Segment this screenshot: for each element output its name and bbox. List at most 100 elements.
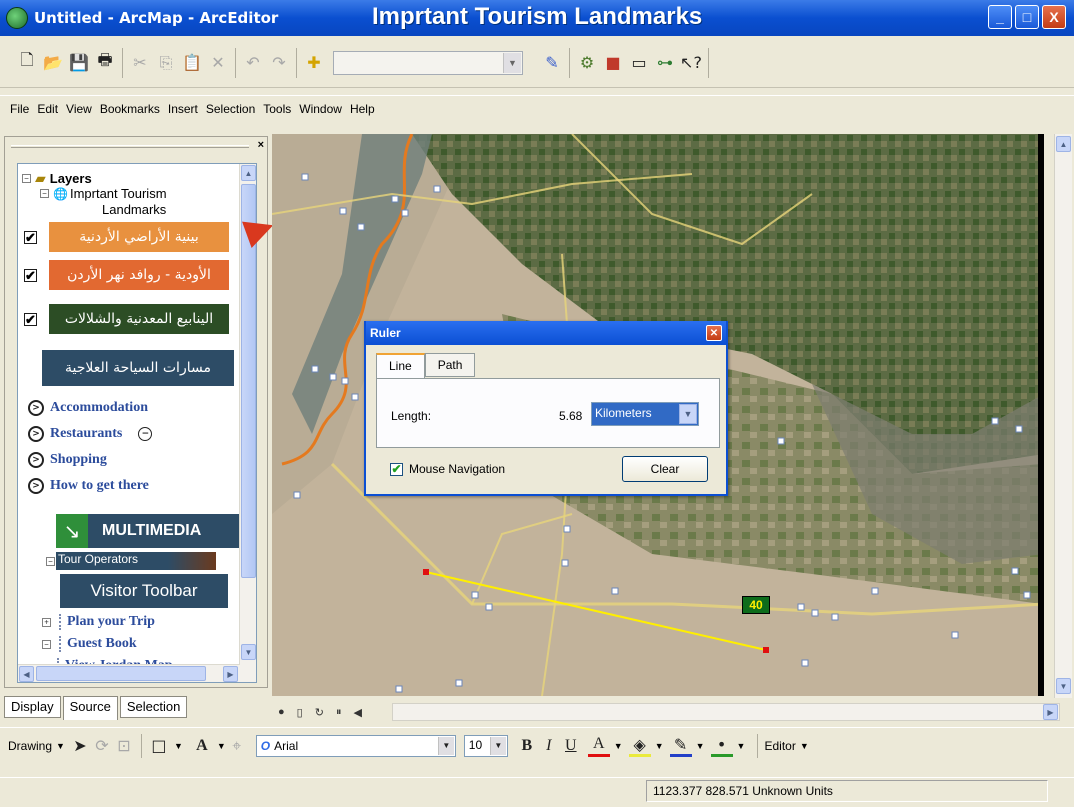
- layout-view-icon[interactable]: ▯: [297, 706, 303, 719]
- scroll-down-icon[interactable]: ▼: [1056, 678, 1071, 694]
- close-button[interactable]: X: [1042, 5, 1066, 29]
- delete-icon[interactable]: ✕: [207, 52, 229, 74]
- arabic-banner-item[interactable]: مسارات السياحة العلاجية: [42, 350, 234, 386]
- menu-edit[interactable]: Edit: [37, 100, 58, 118]
- open-icon[interactable]: 📂: [42, 52, 64, 74]
- arctoolbox-icon[interactable]: ⚙: [576, 52, 598, 74]
- paste-icon[interactable]: 📋: [181, 52, 203, 74]
- cut-icon[interactable]: ✂: [129, 52, 151, 74]
- editor-toolbar-icon[interactable]: ✎: [541, 52, 563, 74]
- collapse-icon[interactable]: −: [22, 174, 31, 183]
- collapse-icon[interactable]: −: [40, 189, 49, 198]
- redo-icon[interactable]: ↷: [268, 52, 290, 74]
- layer-checkbox[interactable]: ✔: [24, 230, 37, 244]
- menu-window[interactable]: Window: [299, 100, 342, 118]
- scroll-up-icon[interactable]: ▲: [241, 165, 256, 181]
- chevron-down-icon[interactable]: ▼: [655, 741, 664, 751]
- toc-close-icon[interactable]: ×: [258, 139, 264, 151]
- minus-circle-icon[interactable]: −: [138, 427, 153, 441]
- link-plan-trip[interactable]: + Plan your Trip: [42, 614, 155, 630]
- tab-selection[interactable]: Selection: [119, 696, 188, 718]
- tab-line[interactable]: Line: [376, 353, 425, 379]
- model-builder-icon[interactable]: ⊶: [654, 52, 676, 74]
- link-how-to-get-there[interactable]: > How to get there: [28, 478, 149, 494]
- drawing-menu[interactable]: Drawing: [8, 739, 52, 753]
- scroll-right-icon[interactable]: ▶: [1043, 704, 1058, 720]
- font-color-button[interactable]: A: [587, 735, 610, 757]
- whats-this-icon[interactable]: ↖?: [680, 52, 702, 74]
- line-color-icon[interactable]: ✎: [669, 735, 692, 757]
- arccatalog-icon[interactable]: ■: [602, 52, 624, 74]
- menu-tools[interactable]: Tools: [263, 100, 291, 118]
- chevron-down-icon[interactable]: ▼: [737, 741, 746, 751]
- chevron-down-icon[interactable]: ▼: [800, 741, 809, 751]
- multimedia-banner[interactable]: ↘ MULTIMEDIA: [56, 514, 242, 548]
- italic-button[interactable]: I: [538, 735, 560, 757]
- rotate-icon[interactable]: ⟳: [91, 735, 113, 757]
- chevron-down-icon[interactable]: ▼: [679, 404, 697, 424]
- layer-item-1[interactable]: ✔ الأودية - روافد نهر الأردن: [24, 260, 229, 290]
- map-scale-combo[interactable]: ▼: [333, 50, 523, 75]
- tab-path[interactable]: Path: [424, 353, 476, 377]
- menu-view[interactable]: View: [66, 100, 92, 118]
- chevron-down-icon[interactable]: ▼: [217, 741, 226, 751]
- window-icon[interactable]: ▭: [628, 52, 650, 74]
- checkbox-icon[interactable]: ✔: [390, 462, 403, 476]
- pause-icon[interactable]: ⏸: [336, 706, 342, 719]
- scroll-left-icon[interactable]: ◀: [19, 666, 34, 682]
- tour-operators-item[interactable]: − Tour Operators: [46, 552, 216, 570]
- link-accommodation[interactable]: > Accommodation: [28, 400, 148, 416]
- map-vertical-scrollbar[interactable]: ▲ ▼: [1054, 134, 1072, 698]
- chevron-down-icon[interactable]: ▼: [437, 736, 454, 755]
- menu-insert[interactable]: Insert: [168, 100, 198, 118]
- chevron-down-icon[interactable]: ▼: [489, 736, 506, 755]
- copy-icon[interactable]: ⎘: [155, 52, 177, 74]
- refresh-icon[interactable]: ↻: [315, 706, 324, 719]
- maximize-button[interactable]: □: [1015, 5, 1039, 29]
- layer-checkbox[interactable]: ✔: [24, 268, 37, 282]
- toc-horizontal-scrollbar[interactable]: ◀ ▶: [18, 664, 240, 682]
- scroll-right-icon[interactable]: ▶: [223, 666, 238, 682]
- chevron-down-icon[interactable]: ▼: [696, 741, 705, 751]
- edit-vertices-icon[interactable]: ⌖: [226, 735, 248, 757]
- select-elements-icon[interactable]: ➤: [69, 735, 91, 757]
- font-name-combo[interactable]: O Arial ▼: [255, 734, 456, 757]
- layer-checkbox[interactable]: ✔: [24, 312, 37, 326]
- expand-icon[interactable]: +: [42, 617, 51, 627]
- layer-item-0[interactable]: ✔ بينية الأراضي الأردنية: [24, 222, 229, 252]
- rectangle-icon[interactable]: □: [148, 735, 170, 757]
- zoom-whole-page-icon[interactable]: ⊡: [113, 735, 135, 757]
- collapse-icon[interactable]: −: [42, 639, 51, 649]
- link-guest-book[interactable]: − Guest Book: [42, 636, 137, 652]
- scroll-left-icon[interactable]: ◀: [353, 706, 361, 719]
- mouse-navigation-checkbox[interactable]: ✔ Mouse Navigation: [390, 462, 505, 476]
- menu-help[interactable]: Help: [350, 100, 375, 118]
- link-restaurants[interactable]: > Restaurants −: [28, 426, 153, 442]
- new-text-icon[interactable]: A: [191, 735, 213, 757]
- chevron-down-icon[interactable]: ▼: [174, 741, 183, 751]
- menu-selection[interactable]: Selection: [206, 100, 255, 118]
- save-icon[interactable]: 💾: [68, 52, 90, 74]
- chevron-down-icon[interactable]: ▼: [56, 741, 65, 751]
- underline-button[interactable]: U: [560, 735, 582, 757]
- fill-color-icon[interactable]: ◈: [628, 735, 651, 757]
- data-view-icon[interactable]: ●: [278, 706, 285, 718]
- minimize-button[interactable]: _: [988, 5, 1012, 29]
- layers-root[interactable]: − ▰ Layers: [22, 170, 92, 187]
- bold-button[interactable]: B: [516, 735, 538, 757]
- print-icon[interactable]: 🖶: [94, 50, 116, 74]
- menu-bookmarks[interactable]: Bookmarks: [100, 100, 160, 118]
- map-horizontal-scrollbar[interactable]: ▶: [392, 703, 1060, 721]
- add-data-icon[interactable]: ✚: [303, 52, 325, 74]
- tab-source[interactable]: Source: [62, 696, 118, 720]
- undo-icon[interactable]: ↶: [242, 52, 264, 74]
- layer-item-2[interactable]: ✔ الينابيع المعدنية والشلالات: [24, 304, 229, 334]
- font-size-combo[interactable]: 10 ▼: [463, 734, 508, 757]
- new-icon[interactable]: 🗋: [16, 50, 38, 74]
- tab-display[interactable]: Display: [4, 696, 61, 718]
- visitor-toolbar-banner[interactable]: Visitor Toolbar: [60, 574, 228, 608]
- editor-menu[interactable]: Editor: [764, 739, 795, 753]
- chevron-down-icon[interactable]: ▼: [503, 52, 521, 73]
- group-layer[interactable]: − 🌐 Imprtant Tourism: [40, 186, 167, 201]
- menu-file[interactable]: File: [10, 100, 29, 118]
